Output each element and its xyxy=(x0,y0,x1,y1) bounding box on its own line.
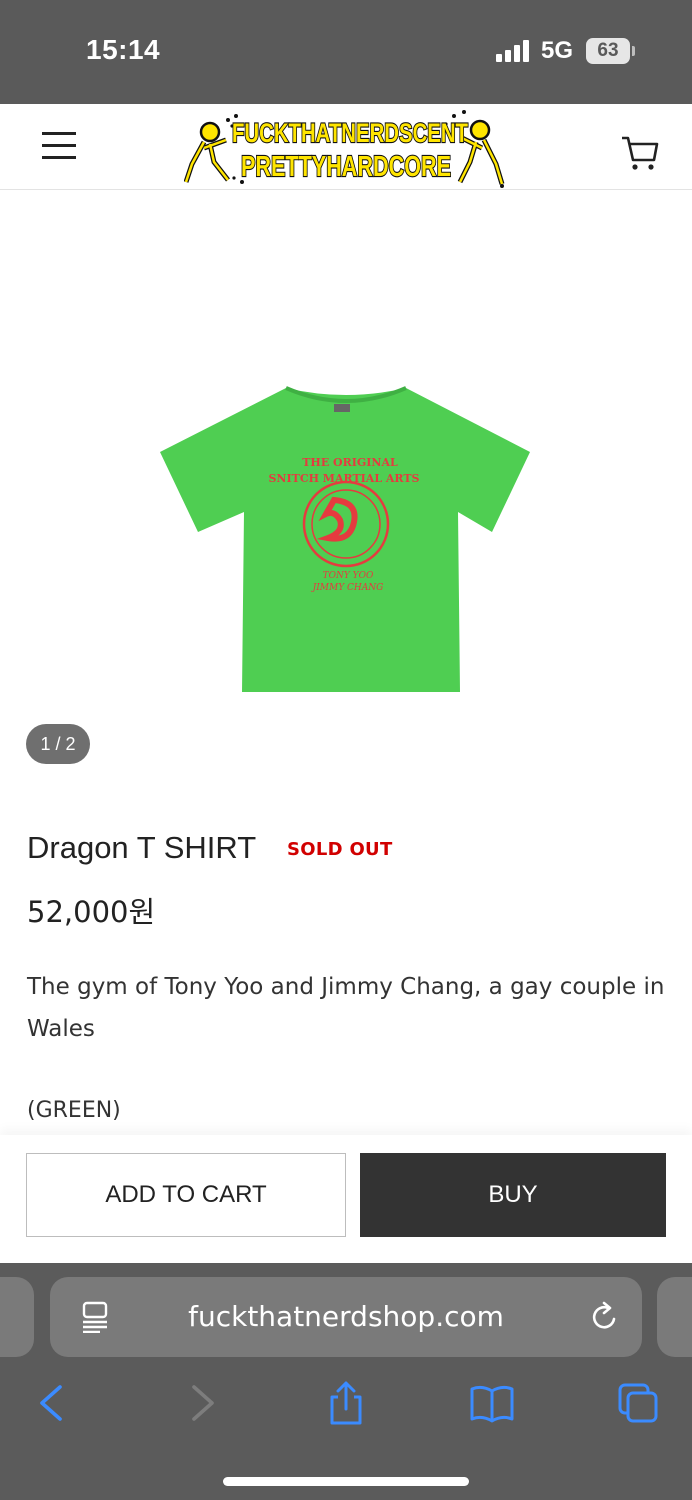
previous-tab-preview[interactable] xyxy=(0,1277,34,1357)
buy-button[interactable]: BUY xyxy=(360,1153,666,1237)
reload-icon[interactable] xyxy=(588,1301,620,1333)
bookmarks-icon[interactable] xyxy=(470,1381,514,1425)
back-icon[interactable] xyxy=(30,1381,74,1425)
logo-line-2: PRETTYHARDCORE xyxy=(241,151,451,183)
logo-line-1: FUCKTHATNERDSCENT xyxy=(232,118,468,148)
add-to-cart-button[interactable]: ADD TO CART xyxy=(26,1153,346,1237)
product-price: 52,000원 xyxy=(27,895,156,929)
neck-label xyxy=(334,404,350,412)
battery-nub xyxy=(632,46,635,56)
logo-figure-left-icon xyxy=(184,121,230,183)
next-tab-preview[interactable] xyxy=(657,1277,692,1357)
tabs-icon[interactable] xyxy=(616,1381,660,1425)
network-type: 5G xyxy=(541,37,574,64)
purchase-action-bar: ADD TO CART BUY xyxy=(0,1135,692,1263)
sold-out-badge: SOLD OUT xyxy=(287,839,393,860)
image-counter: 1 / 2 xyxy=(26,724,90,764)
site-logo[interactable]: FUCKTHATNERDSCENT PRETTYHARDCORE xyxy=(184,104,508,190)
product-color-note: (GREEN) xyxy=(27,1098,121,1123)
share-icon[interactable] xyxy=(324,1381,368,1425)
forward-icon[interactable] xyxy=(180,1381,224,1425)
shopping-cart-icon[interactable] xyxy=(620,132,660,172)
browser-toolbar: fuckthatnerdshop.com xyxy=(0,1263,692,1500)
print-line-1: THE ORIGINAL xyxy=(302,456,398,469)
print-line-4: JIMMY CHANG xyxy=(311,583,384,593)
status-time: 15:14 xyxy=(86,34,161,65)
tshirt-body xyxy=(160,388,530,692)
home-indicator xyxy=(223,1477,469,1486)
product-image[interactable]: THE ORIGINAL SNITCH MARTIAL ARTS TONY YO… xyxy=(158,382,534,696)
site-header: FUCKTHATNERDSCENT PRETTYHARDCORE xyxy=(0,104,692,190)
hamburger-menu-icon[interactable] xyxy=(42,132,76,160)
status-bar: 15:14 5G 63 xyxy=(0,0,692,104)
battery-icon: 63 xyxy=(586,38,630,64)
address-bar[interactable]: fuckthatnerdshop.com xyxy=(50,1277,642,1357)
signal-icon xyxy=(496,40,532,62)
product-page: 15:14 5G 63 FUCKTHATNERDSCENT PRETTYHARD… xyxy=(0,0,692,1500)
print-line-3: TONY YOO xyxy=(323,571,374,581)
product-description: The gym of Tony Yoo and Jimmy Chang, a g… xyxy=(27,974,665,1042)
url-text[interactable]: fuckthatnerdshop.com xyxy=(50,1277,642,1357)
product-name: Dragon T SHIRT xyxy=(27,830,257,865)
print-line-2: SNITCH MARTIAL ARTS xyxy=(268,472,419,485)
